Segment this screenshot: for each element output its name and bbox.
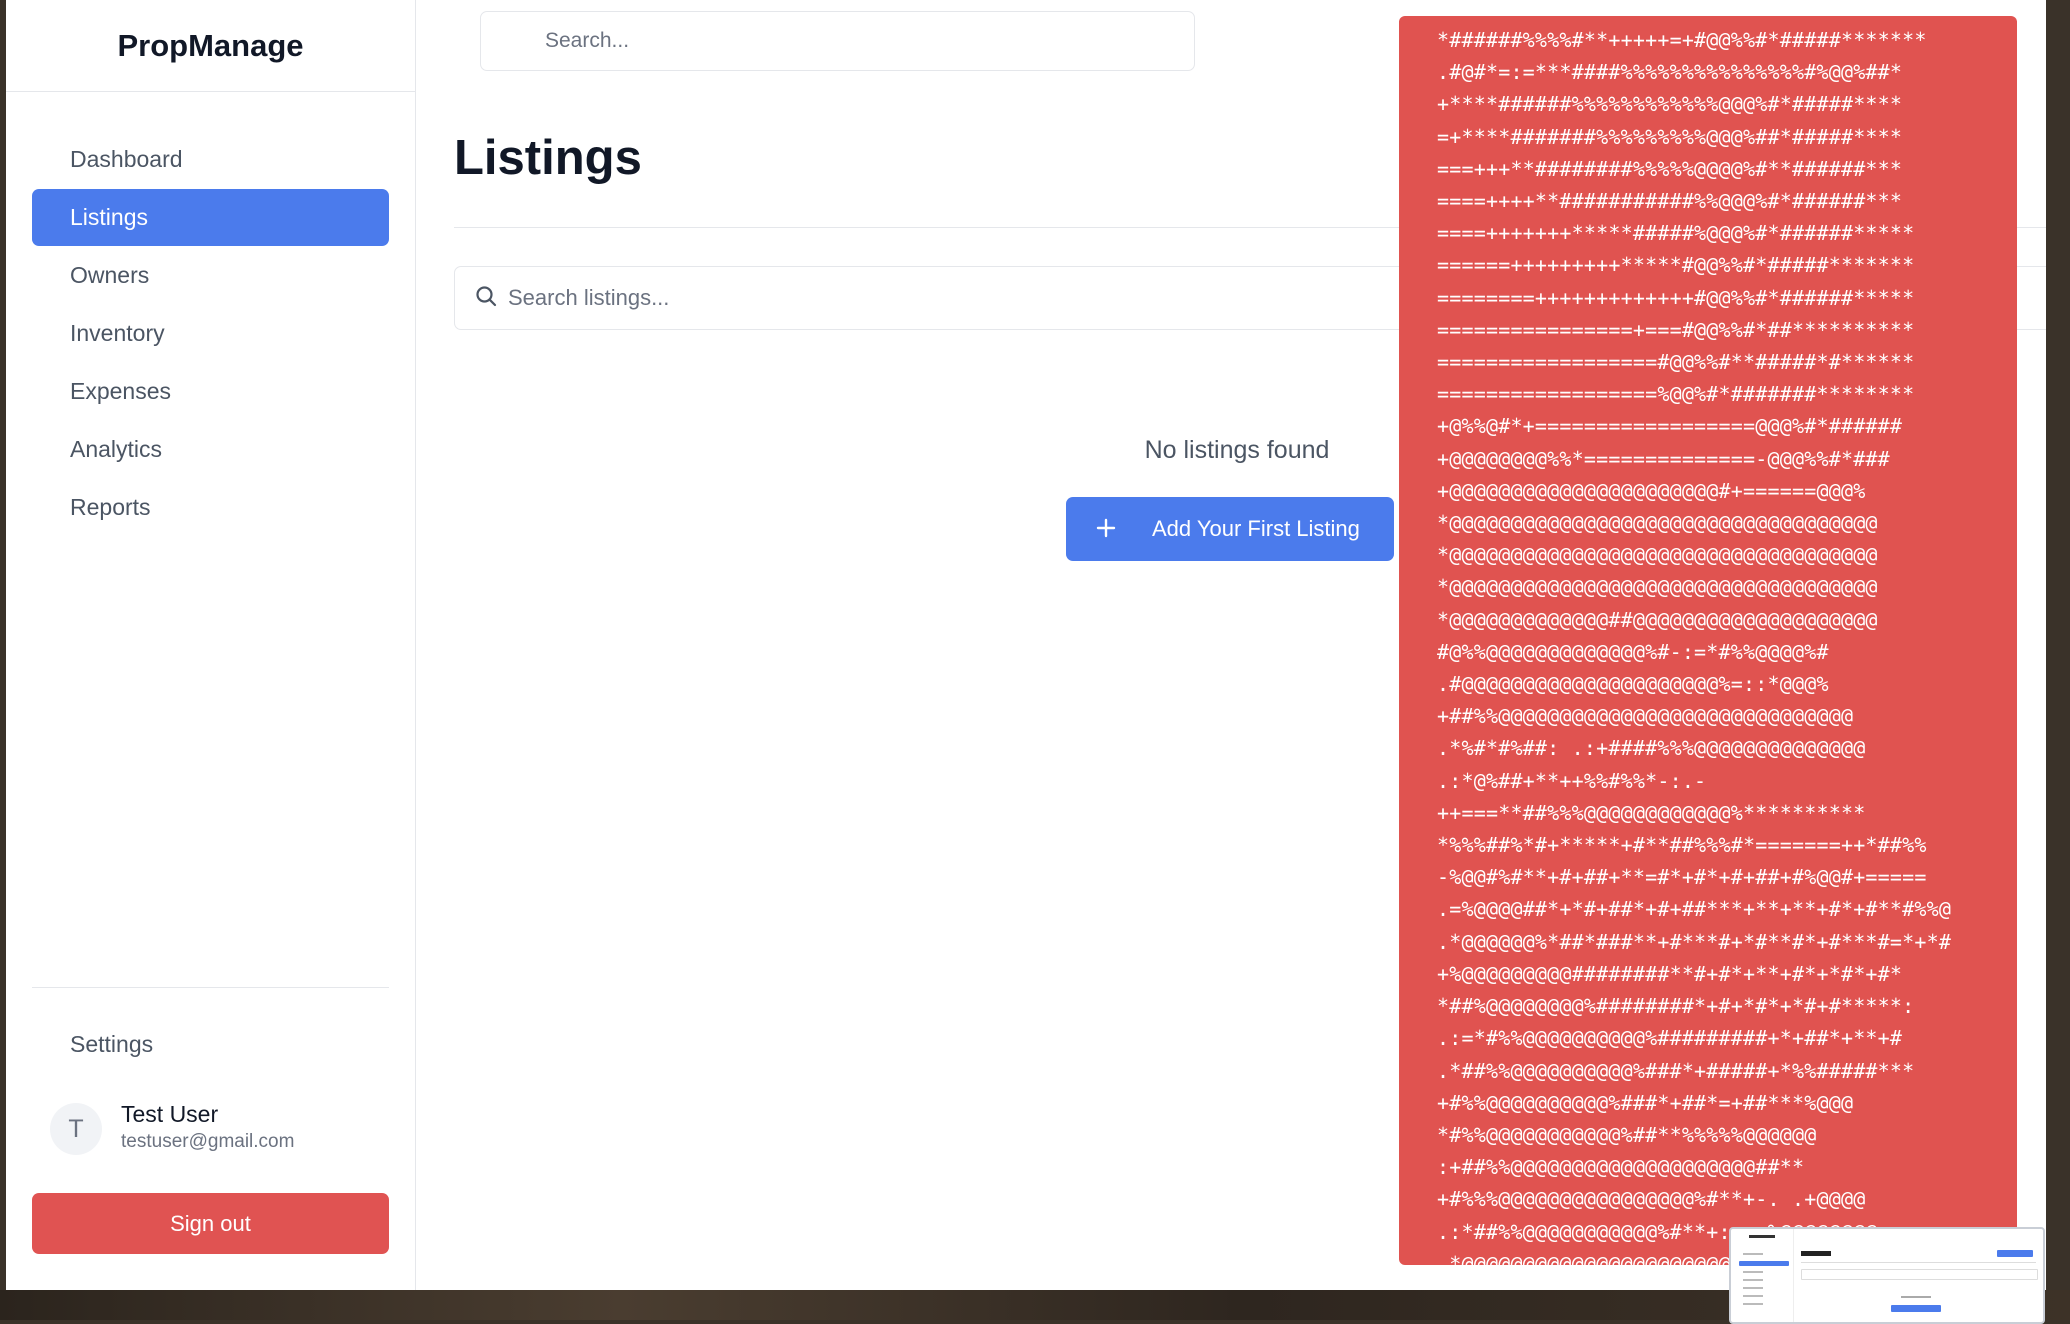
thumbnail-search (1801, 1269, 2038, 1280)
sidebar-item-dashboard[interactable]: Dashboard (32, 131, 389, 188)
thumbnail-nav-line (1743, 1303, 1763, 1305)
user-name: Test User (121, 1101, 219, 1127)
sidebar-item-inventory[interactable]: Inventory (32, 305, 389, 362)
sidebar-item-settings[interactable]: Settings (32, 1016, 389, 1072)
thumbnail-empty-button (1891, 1305, 1941, 1312)
add-first-listing-label: Add Your First Listing (1152, 516, 1360, 541)
add-first-listing-button[interactable]: Add Your First Listing (1066, 497, 1394, 561)
plus-icon (1066, 514, 1152, 544)
thumbnail-add-button (1997, 1250, 2033, 1257)
thumbnail-nav-line (1743, 1295, 1763, 1297)
search-icon (474, 284, 498, 313)
user-email: testuser@gmail.com (121, 1131, 295, 1152)
screenshot-thumbnail-preview[interactable] (1729, 1227, 2045, 1324)
thumbnail-brand (1749, 1235, 1775, 1238)
sidebar-divider (32, 987, 389, 988)
empty-state-message: No listings found (1144, 436, 1330, 464)
listings-search-placeholder: Search listings... (508, 285, 670, 310)
avatar: T (50, 1103, 102, 1155)
thumbnail-empty-text (1901, 1296, 1931, 1298)
sidebar-nav: Dashboard Listings Owners Inventory Expe… (32, 131, 389, 537)
brand-logo[interactable]: PropManage (6, 0, 415, 92)
sidebar-item-listings[interactable]: Listings (32, 189, 389, 246)
global-search-input[interactable]: Search... (480, 11, 1195, 71)
sidebar-item-owners[interactable]: Owners (32, 247, 389, 304)
user-profile: T Test User testuser@gmail.com (50, 1098, 390, 1158)
sidebar-item-expenses[interactable]: Expenses (32, 363, 389, 420)
thumbnail-nav-line (1743, 1287, 1763, 1289)
ascii-art-overlay: *######%%%%#**+++++=+#@@%%#*#####*******… (1399, 16, 2017, 1265)
global-search-placeholder: Search... (545, 29, 630, 52)
sign-out-button[interactable]: Sign out (32, 1193, 389, 1254)
thumbnail-sidebar (1731, 1229, 1794, 1322)
thumbnail-nav-line (1743, 1271, 1763, 1273)
sidebar-item-analytics[interactable]: Analytics (32, 421, 389, 478)
thumbnail-active-nav (1739, 1261, 1789, 1266)
thumbnail-nav-line (1743, 1253, 1763, 1255)
sidebar-item-reports[interactable]: Reports (32, 479, 389, 536)
thumbnail-title (1801, 1251, 1831, 1256)
page-title: Listings (454, 131, 642, 185)
ascii-art-text: *######%%%%#**+++++=+#@@%%#*#####*******… (1437, 28, 1952, 1265)
thumbnail-nav-line (1743, 1279, 1763, 1281)
sidebar: PropManage Dashboard Listings Owners Inv… (6, 0, 416, 1290)
thumbnail-divider (1801, 1262, 2036, 1263)
